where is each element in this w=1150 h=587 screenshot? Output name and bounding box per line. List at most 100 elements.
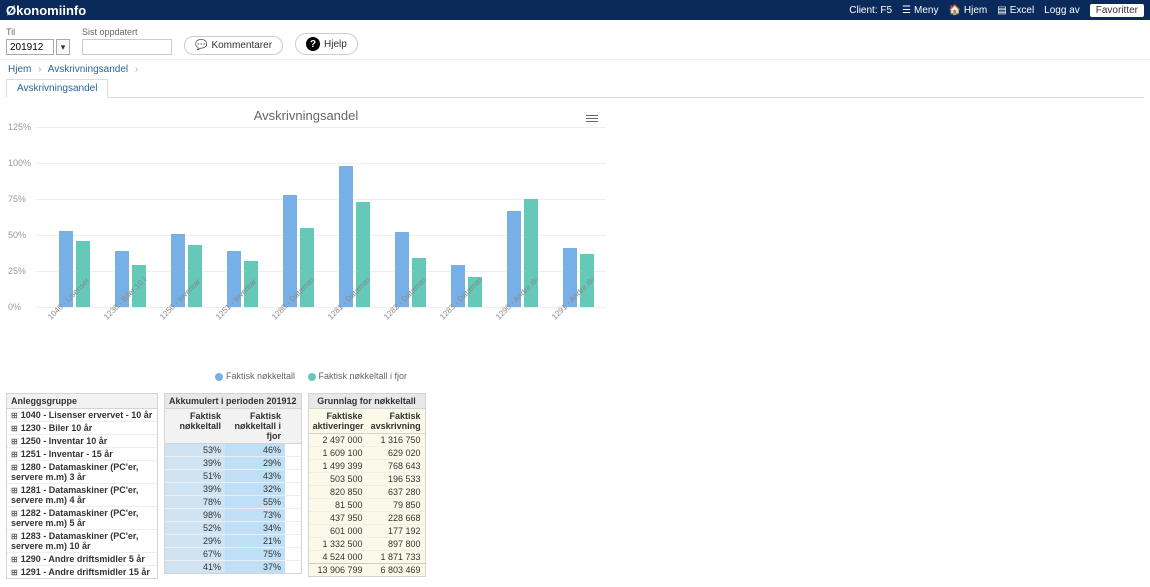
chart-x-labels: 1040 - Lisenser ervervet - 1...1230 - Bi…: [46, 307, 606, 367]
cell-faktisk: 67%: [165, 548, 225, 560]
cell-aktiveringer: 4 524 000: [309, 551, 367, 563]
table-row: 2 497 0001 316 750: [309, 434, 425, 447]
cell-faktisk-fjor: 34%: [225, 522, 285, 534]
table-row: 78%55%: [165, 496, 301, 509]
period-dropdown-button[interactable]: ▾: [56, 39, 70, 55]
chart-title: Avskrivningsandel: [6, 104, 606, 127]
expand-icon[interactable]: ⊞: [11, 411, 18, 420]
breadcrumb-sep: ›: [38, 64, 41, 75]
cell-faktisk-fjor: 21%: [225, 535, 285, 547]
cell-avskrivning: 629 020: [367, 447, 425, 459]
table-row: 39%32%: [165, 483, 301, 496]
legend-swatch-a: [215, 373, 223, 381]
table-row: 1 609 100629 020: [309, 447, 425, 460]
comment-icon: 💬: [195, 40, 207, 51]
topbar-right: Client: F5 ☰Meny 🏠Hjem ▤Excel Logg av Fa…: [849, 4, 1144, 17]
table-row: 51%43%: [165, 470, 301, 483]
table-row: 1 332 500897 800: [309, 538, 425, 551]
table-row[interactable]: ⊞1281 - Datamaskiner (PC'er, servere m.m…: [7, 484, 157, 507]
expand-icon[interactable]: ⊞: [11, 532, 18, 541]
y-tick-label: 0%: [8, 302, 21, 312]
cell-avskrivning: 637 280: [367, 486, 425, 498]
cell-faktisk: 78%: [165, 496, 225, 508]
home-button[interactable]: 🏠Hjem: [948, 5, 987, 16]
help-button[interactable]: ? Hjelp: [295, 33, 358, 55]
logoff-button[interactable]: Logg av: [1044, 5, 1080, 16]
home-icon: 🏠: [948, 5, 960, 16]
cell-avskrivning: 79 850: [367, 499, 425, 511]
cell-aktiveringer: 2 497 000: [309, 434, 367, 446]
menu-button[interactable]: ☰Meny: [902, 5, 938, 16]
col-aktiveringer: Faktiske aktiveringer: [309, 409, 367, 433]
table-row[interactable]: ⊞1230 - Biler 10 år: [7, 422, 157, 435]
table-row[interactable]: ⊞1250 - Inventar 10 år: [7, 435, 157, 448]
expand-icon[interactable]: ⊞: [11, 463, 18, 472]
expand-icon[interactable]: ⊞: [11, 509, 18, 518]
table-row[interactable]: ⊞1290 - Andre driftsmidler 5 år: [7, 553, 157, 566]
table-row[interactable]: ⊞1251 - Inventar - 15 år: [7, 448, 157, 461]
table-row: 53%46%: [165, 444, 301, 457]
comments-button[interactable]: 💬 Kommentarer: [184, 36, 283, 55]
breadcrumb-home[interactable]: Hjem: [8, 64, 31, 75]
table-row: 98%73%: [165, 509, 301, 522]
cell-faktisk: 52%: [165, 522, 225, 534]
table-row[interactable]: ⊞1283 - Datamaskiner (PC'er, servere m.m…: [7, 530, 157, 553]
cell-avskrivning: 196 533: [367, 473, 425, 485]
col-group-name: Anleggsgruppe: [7, 394, 157, 408]
cell-aktiveringer: 820 850: [309, 486, 367, 498]
chart-legend: Faktisk nøkkeltall Faktisk nøkkeltall i …: [6, 367, 606, 385]
table-row[interactable]: ⊞1291 - Andre driftsmidler 15 år: [7, 566, 157, 578]
table-grunnlag: Grunnlag for nøkkeltall Faktiske aktiver…: [308, 393, 426, 577]
cell-faktisk: 51%: [165, 470, 225, 482]
expand-icon[interactable]: ⊞: [11, 437, 18, 446]
expand-icon[interactable]: ⊞: [11, 424, 18, 433]
cell-aktiveringer: 437 950: [309, 512, 367, 524]
cell-avskrivning: 228 668: [367, 512, 425, 524]
y-tick-label: 50%: [8, 230, 26, 240]
legend-swatch-b: [308, 373, 316, 381]
chart-plot: 0%25%50%75%100%125%: [36, 127, 606, 307]
cell-faktisk-fjor: 46%: [225, 444, 285, 456]
cell-aktiveringer: 503 500: [309, 473, 367, 485]
y-tick-label: 75%: [8, 194, 26, 204]
brand-logo: Økonomiinfo: [6, 3, 86, 18]
period-input[interactable]: [6, 39, 54, 55]
tables-container: Anleggsgruppe ⊞1040 - Lisenser ervervet …: [6, 393, 1144, 579]
cell-aktiveringer: 1 609 100: [309, 447, 367, 459]
cell-faktisk-fjor: 75%: [225, 548, 285, 560]
cell-faktisk-fjor: 73%: [225, 509, 285, 521]
legend-label-b: Faktisk nøkkeltall i fjor: [319, 371, 408, 381]
breadcrumb-page[interactable]: Avskrivningsandel: [48, 64, 128, 75]
cell-avskrivning: 177 192: [367, 525, 425, 537]
table-row[interactable]: ⊞1282 - Datamaskiner (PC'er, servere m.m…: [7, 507, 157, 530]
excel-button[interactable]: ▤Excel: [997, 5, 1034, 16]
expand-icon[interactable]: ⊞: [11, 486, 18, 495]
table-row: 39%29%: [165, 457, 301, 470]
table-row: 52%34%: [165, 522, 301, 535]
updated-control: Sist oppdatert: [82, 27, 172, 55]
cell-faktisk: 98%: [165, 509, 225, 521]
controls-row: Til ▾ Sist oppdatert 💬 Kommentarer ? Hje…: [0, 20, 1150, 60]
total-aktiveringer: 13 906 799: [309, 564, 367, 576]
table-row: 503 500196 533: [309, 473, 425, 486]
y-tick-label: 100%: [8, 158, 31, 168]
excel-icon: ▤: [997, 5, 1006, 16]
total-avskrivning: 6 803 469: [367, 564, 425, 576]
expand-icon[interactable]: ⊞: [11, 568, 18, 577]
cell-faktisk: 39%: [165, 483, 225, 495]
col-faktisk: Faktisk nøkkeltall: [165, 409, 225, 443]
grunn-header: Grunnlag for nøkkeltall: [309, 394, 425, 409]
table-row[interactable]: ⊞1280 - Datamaskiner (PC'er, servere m.m…: [7, 461, 157, 484]
table-row[interactable]: ⊞1040 - Lisenser ervervet - 10 år: [7, 409, 157, 422]
cell-aktiveringer: 1 499 399: [309, 460, 367, 472]
cell-faktisk-fjor: 29%: [225, 457, 285, 469]
expand-icon[interactable]: ⊞: [11, 450, 18, 459]
totals-row: 13 906 799 6 803 469: [309, 563, 425, 576]
cell-faktisk-fjor: 43%: [225, 470, 285, 482]
bar[interactable]: [339, 166, 353, 307]
chart-menu-button[interactable]: [584, 110, 600, 126]
favorites-button[interactable]: Favoritter: [1090, 4, 1144, 17]
tab-avskrivningsandel[interactable]: Avskrivningsandel: [6, 79, 108, 98]
col-faktisk-fjor: Faktisk nøkkeltall i fjor: [225, 409, 285, 443]
period-label: Til: [6, 27, 70, 37]
